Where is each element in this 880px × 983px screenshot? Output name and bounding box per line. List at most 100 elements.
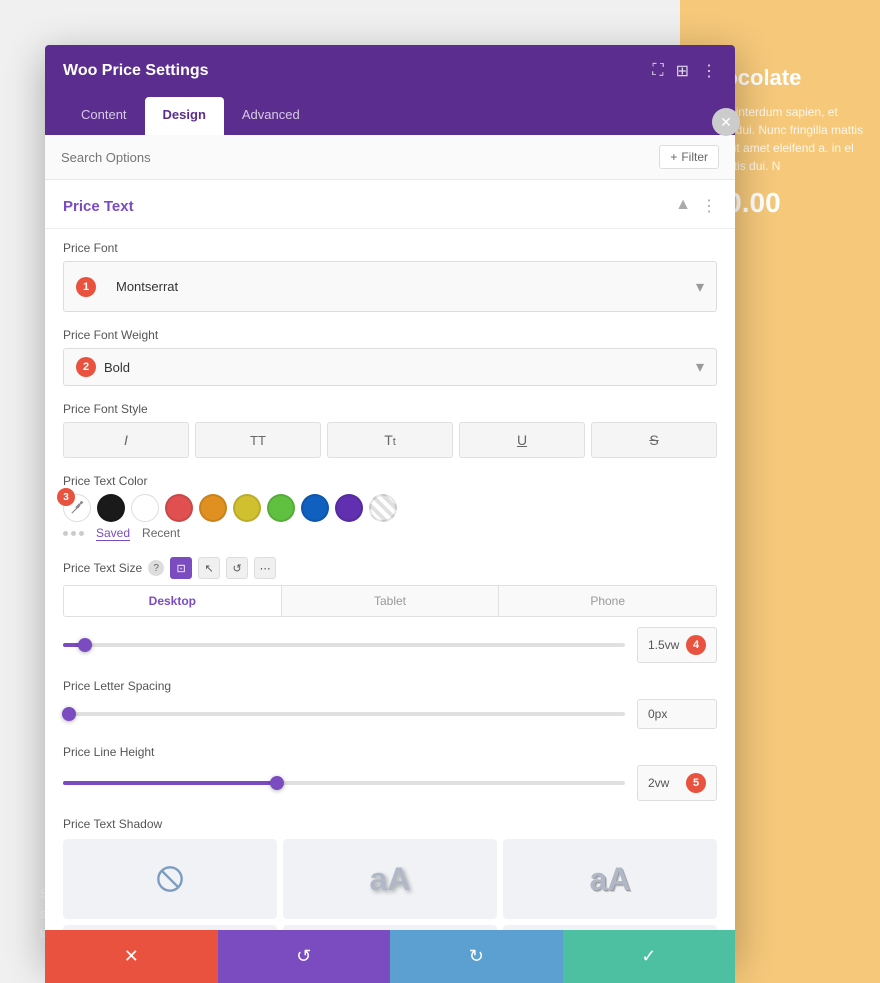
price-font-select-wrapper: 1 Montserrat ▾ (63, 261, 717, 312)
price-font-weight-row: Price Font Weight 2 Bold ▾ (63, 328, 717, 386)
reset-button[interactable]: ↺ (218, 930, 391, 983)
shadow-1[interactable]: aA (283, 839, 497, 919)
dot2 (71, 531, 76, 536)
line-height-thumb[interactable] (270, 776, 284, 790)
price-text-size-slider-row: 1.5vw 4 (63, 627, 717, 663)
search-bar: + Filter (45, 135, 735, 180)
save-icon: ✓ (641, 946, 656, 967)
color-purple[interactable] (335, 494, 363, 522)
pointer-ctrl-btn[interactable]: ↖ (198, 557, 220, 579)
section-title: Price Text (63, 198, 134, 215)
color-black[interactable] (97, 494, 125, 522)
price-text-size-label: Price Text Size ? ⊡ ↖ ↺ ⋯ (63, 557, 717, 579)
tab-design[interactable]: Design (145, 97, 224, 135)
modal-tabs: Content Design Advanced (45, 97, 735, 135)
tab-content[interactable]: Content (63, 97, 145, 135)
filter-button[interactable]: + Filter (659, 145, 719, 169)
eyedropper-wrapper: 3 (63, 494, 91, 522)
line-height-track[interactable] (63, 781, 625, 785)
settings-modal: Woo Price Settings ⛶ ⊞ ⋮ Content Design … (45, 45, 735, 960)
fullscreen-icon[interactable]: ⛶ (652, 62, 663, 80)
price-font-weight-label: Price Font Weight (63, 328, 717, 342)
price-text-color-label: Price Text Color (63, 474, 717, 488)
price-font-select[interactable]: Montserrat (104, 270, 688, 303)
color-extra-row: Saved Recent (63, 526, 717, 541)
desktop-ctrl-btn[interactable]: ⊡ (170, 557, 192, 579)
device-phone[interactable]: Phone (499, 586, 716, 616)
color-tab-saved[interactable]: Saved (96, 526, 130, 541)
device-desktop[interactable]: Desktop (64, 586, 282, 616)
price-line-height-row: Price Line Height 2vw 5 (63, 745, 717, 801)
color-red[interactable] (165, 494, 193, 522)
color-orange[interactable] (199, 494, 227, 522)
dot1 (63, 531, 68, 536)
price-font-label: Price Font (63, 241, 717, 255)
settings-body: Price Font 1 Montserrat ▾ Price Font Wei… (45, 229, 735, 960)
color-tab-recent[interactable]: Recent (142, 526, 180, 541)
line-height-slider-row: 2vw 5 (63, 765, 717, 801)
weight-select-arrow: ▾ (696, 357, 704, 377)
bottom-bar: ✕ ↺ ↻ ✓ (45, 930, 735, 983)
font-num-badge: 1 (76, 277, 96, 297)
price-text-size-thumb[interactable] (78, 638, 92, 652)
size-hint-icon: ? (148, 560, 164, 576)
price-line-height-label: Price Line Height (63, 745, 717, 759)
collapse-icon[interactable]: ▲ (675, 196, 691, 216)
more-ctrl-btn[interactable]: ⋯ (254, 557, 276, 579)
tab-advanced[interactable]: Advanced (224, 97, 318, 135)
letter-spacing-thumb[interactable] (62, 707, 76, 721)
section-header: Price Text ▲ ⋮ (45, 180, 735, 229)
device-tablet[interactable]: Tablet (282, 586, 500, 616)
modal-title: Woo Price Settings (63, 62, 209, 80)
price-letter-spacing-row: Price Letter Spacing 0px (63, 679, 717, 729)
save-button[interactable]: ✓ (563, 930, 736, 983)
price-text-shadow-label: Price Text Shadow (63, 817, 717, 831)
header-icons: ⛶ ⊞ ⋮ (652, 61, 717, 81)
color-tabs: Saved Recent (96, 526, 180, 541)
redo-button[interactable]: ↻ (390, 930, 563, 983)
color-yellow[interactable] (233, 494, 261, 522)
search-input[interactable] (61, 150, 659, 165)
color-blue[interactable] (301, 494, 329, 522)
close-button-outer[interactable]: ✕ (712, 108, 740, 136)
shadow-none[interactable] (63, 839, 277, 919)
style-strikethrough-button[interactable]: S (591, 422, 717, 458)
line-height-value: 2vw 5 (637, 765, 717, 801)
shadow-2[interactable]: aA (503, 839, 717, 919)
filter-label: Filter (681, 150, 708, 164)
device-tabs: Desktop Tablet Phone (63, 585, 717, 617)
more-icon[interactable]: ⋮ (701, 61, 717, 81)
price-font-weight-select[interactable]: Bold (104, 360, 688, 375)
section-more-icon[interactable]: ⋮ (701, 196, 717, 216)
style-underline-button[interactable]: U (459, 422, 585, 458)
color-green[interactable] (267, 494, 295, 522)
style-uppercase-button[interactable]: TT (195, 422, 321, 458)
price-text-size-track[interactable] (63, 643, 625, 647)
color-striped[interactable] (369, 494, 397, 522)
cancel-icon: ✕ (124, 946, 139, 967)
section-header-icons: ▲ ⋮ (675, 196, 717, 216)
color-num-badge: 3 (57, 488, 75, 506)
columns-icon[interactable]: ⊞ (676, 61, 689, 81)
price-font-style-row: Price Font Style I TT Tt U S (63, 402, 717, 458)
modal-content: Price Text ▲ ⋮ Price Font 1 Montserrat (45, 180, 735, 960)
modal-header: Woo Price Settings ⛶ ⊞ ⋮ (45, 45, 735, 97)
reset-ctrl-btn[interactable]: ↺ (226, 557, 248, 579)
style-buttons-group: I TT Tt U S (63, 422, 717, 458)
letter-spacing-track[interactable] (63, 712, 625, 716)
price-font-style-label: Price Font Style (63, 402, 717, 416)
letter-spacing-slider-row: 0px (63, 699, 717, 729)
color-dots (63, 531, 84, 536)
size-badge-4: 4 (686, 635, 706, 655)
font-select-arrow: ▾ (696, 277, 704, 297)
price-font-row: Price Font 1 Montserrat ▾ (63, 241, 717, 312)
redo-icon: ↻ (469, 946, 484, 967)
style-italic-button[interactable]: I (63, 422, 189, 458)
color-white[interactable] (131, 494, 159, 522)
price-text-color-row: Price Text Color 3 (63, 474, 717, 541)
price-text-size-row: Price Text Size ? ⊡ ↖ ↺ ⋯ Desktop Tablet… (63, 557, 717, 663)
cancel-button[interactable]: ✕ (45, 930, 218, 983)
weight-num-badge: 2 (76, 357, 96, 377)
style-capitalize-button[interactable]: Tt (327, 422, 453, 458)
reset-icon: ↺ (296, 946, 311, 967)
